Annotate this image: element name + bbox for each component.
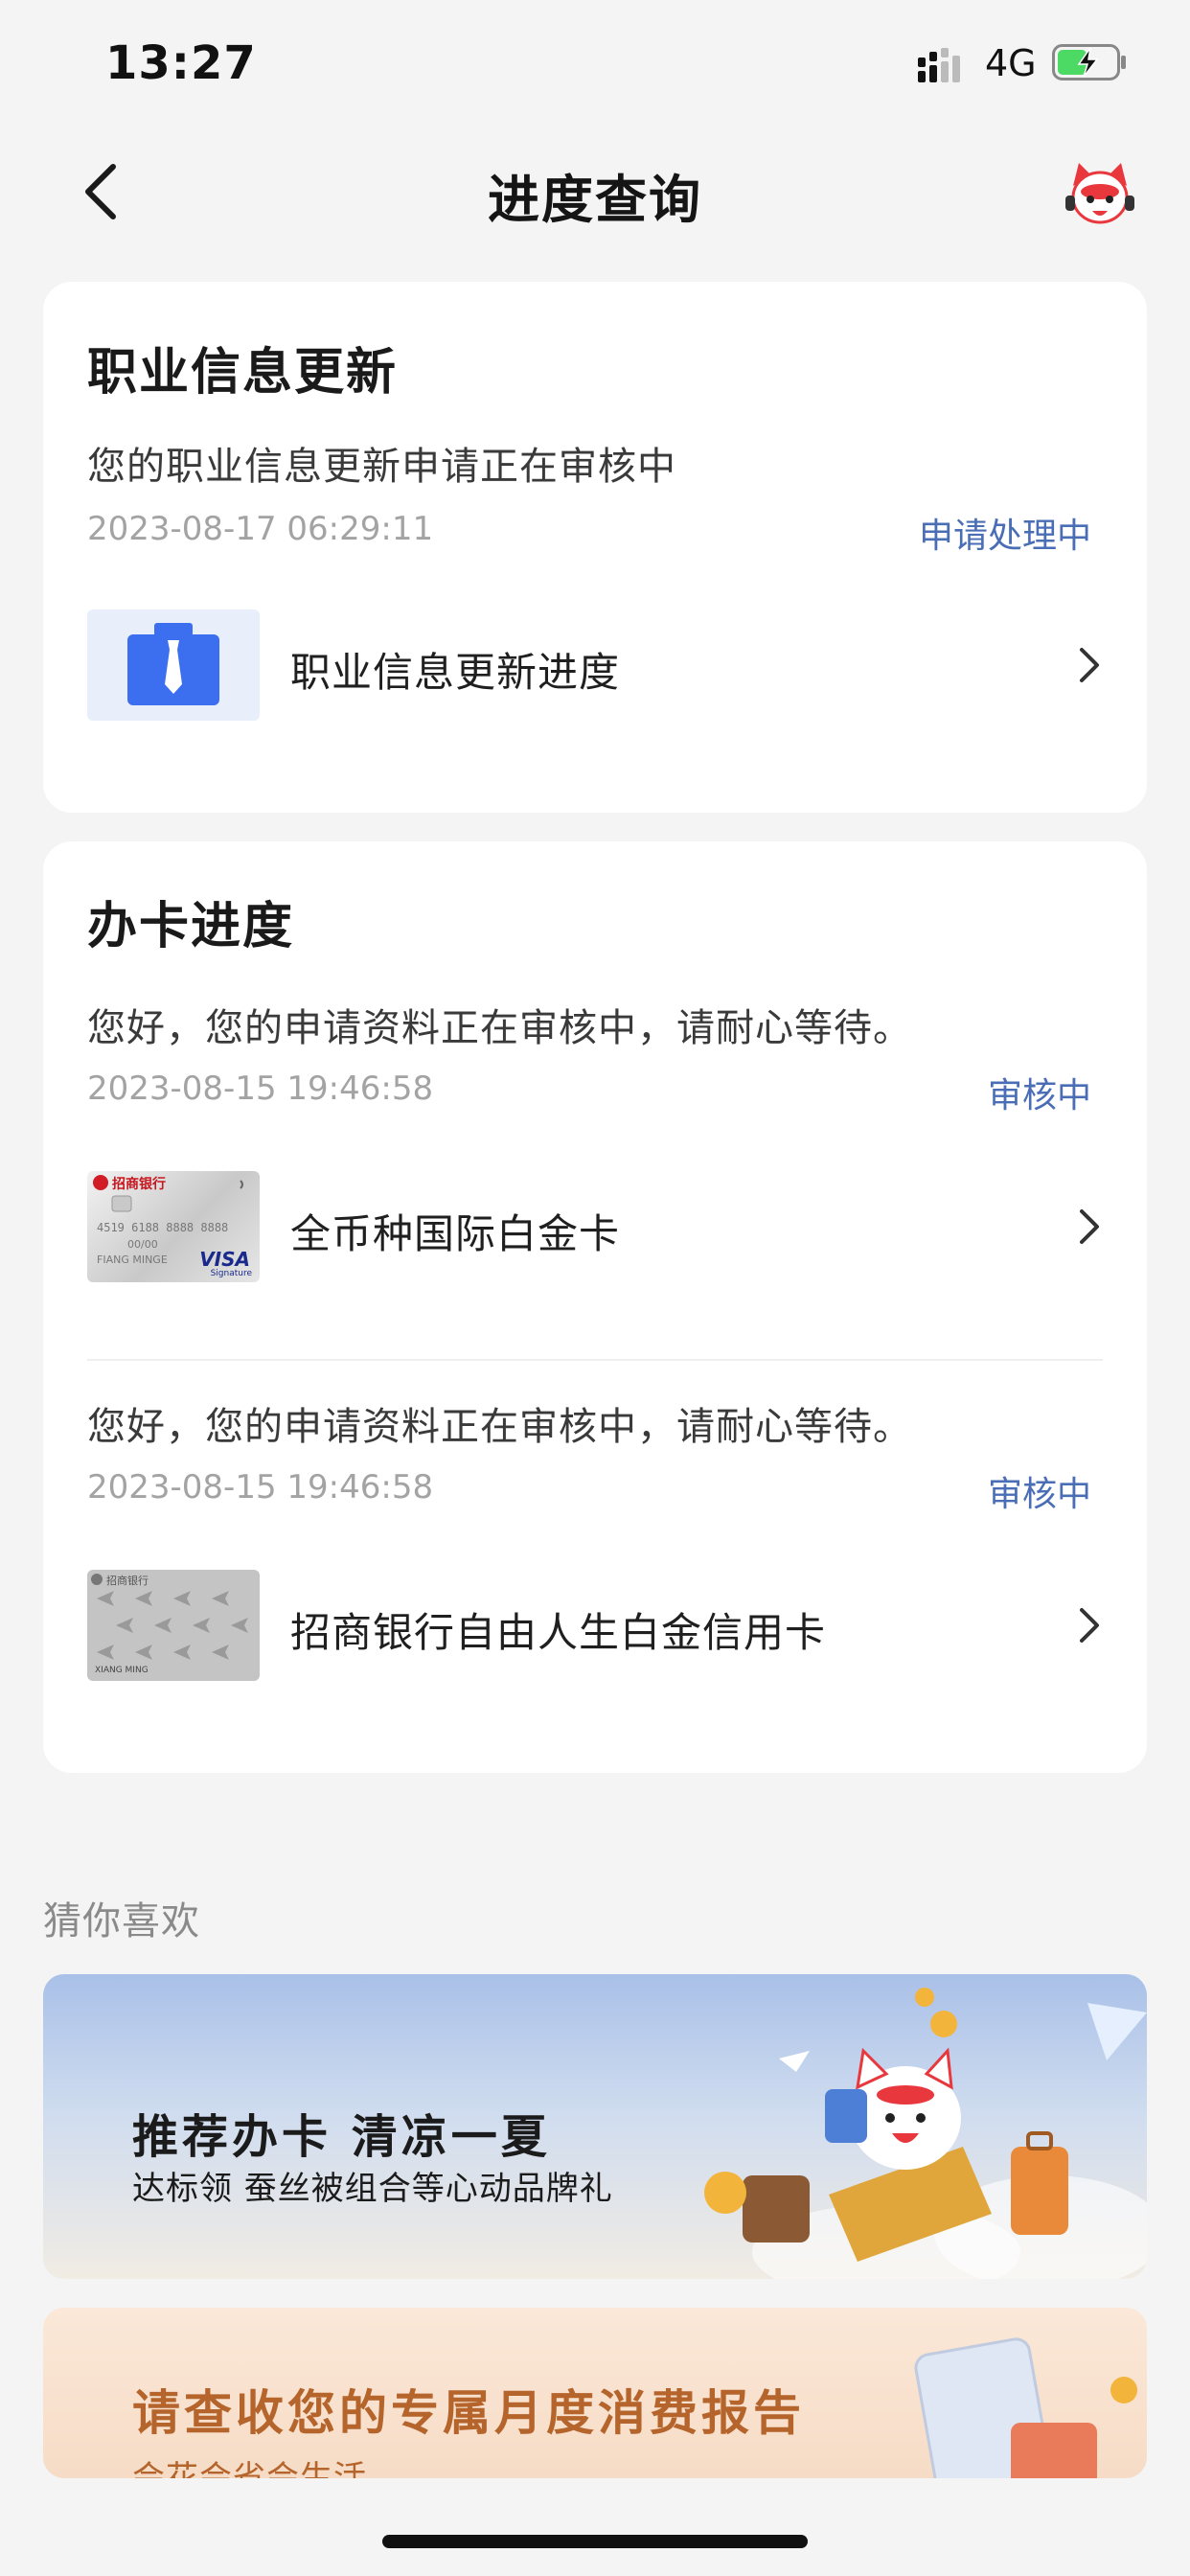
- navigation-bar: 进度查询: [0, 144, 1190, 240]
- promo-banner-consumption-report[interactable]: 请查收您的专属月度消费报告 会花会省会生活: [43, 2308, 1147, 2478]
- briefcase-icon: [87, 610, 260, 721]
- occupation-progress-item[interactable]: 职业信息更新进度: [87, 610, 1103, 723]
- visa-logo: VISA: [199, 1248, 250, 1271]
- mascot-credit-card-travel-illustration: [704, 1988, 1147, 2279]
- platinum-visa-card-image: 招商银行 4519 6188 8888 8888 00/00 FIANG MIN…: [87, 1171, 260, 1282]
- card-bank-name: 招商银行: [112, 1177, 166, 1192]
- card-holder: XIANG MING: [95, 1666, 149, 1675]
- occupation-update-card: 职业信息更新 您的职业信息更新申请正在审核中 2023-08-17 06:29:…: [43, 282, 1147, 813]
- item-label: 职业信息更新进度: [290, 649, 621, 696]
- banner-subtitle: 达标领 蚕丝被组合等心动品牌礼: [132, 2170, 613, 2208]
- chevron-right-icon: [1080, 1209, 1099, 1244]
- banner-subtitle: 会花会省会生活: [132, 2459, 367, 2478]
- phone-report-illustration: [914, 2337, 1137, 2478]
- card-name: 招商银行自由人生白金信用卡: [290, 1609, 827, 1656]
- status-badge: 审核中: [987, 1076, 1091, 1116]
- visa-signature: Signature: [210, 1269, 252, 1278]
- card-bank-name: 招商银行: [106, 1575, 149, 1587]
- status-message: 您好，您的申请资料正在审核中，请耐心等待。: [87, 1006, 912, 1050]
- card-valid-date: 00/00: [127, 1238, 158, 1251]
- application-item-free-life[interactable]: 招商银行 XIANG MING 招商银行自由人生白金信用卡: [87, 1570, 1103, 1683]
- free-life-platinum-card-image: 招商银行 XIANG MING: [87, 1570, 260, 1681]
- banner-title: 推荐办卡 清凉一夏: [132, 2110, 551, 2164]
- card-application-card: 办卡进度 您好，您的申请资料正在审核中，请耐心等待。 2023-08-15 19…: [43, 841, 1147, 1773]
- promo-banner-card-application[interactable]: 推荐办卡 清凉一夏 达标领 蚕丝被组合等心动品牌礼: [43, 1974, 1147, 2279]
- mascot-service-icon[interactable]: [1064, 157, 1136, 230]
- banner-title: 请查收您的专属月度消费报告: [132, 2384, 805, 2441]
- status-bar: 13:27 4G: [0, 0, 1190, 130]
- timestamp: 2023-08-15 19:46:58: [87, 1468, 434, 1506]
- bottom-safe-area: [0, 2478, 1190, 2576]
- card-title: 职业信息更新: [87, 344, 399, 402]
- card-holder: FIANG MINGE: [97, 1254, 168, 1266]
- card-title: 办卡进度: [87, 898, 295, 955]
- status-message: 您好，您的申请资料正在审核中，请耐心等待。: [87, 1405, 912, 1449]
- chevron-right-icon: [1080, 1608, 1099, 1643]
- status-message: 您的职业信息更新申请正在审核中: [87, 445, 676, 489]
- chevron-right-icon: [1080, 648, 1099, 682]
- home-indicator[interactable]: [382, 2535, 808, 2548]
- battery-charging-icon: [1052, 44, 1126, 80]
- status-badge: 申请处理中: [918, 517, 1091, 556]
- status-time: 13:27: [105, 36, 257, 90]
- timestamp: 2023-08-15 19:46:58: [87, 1070, 434, 1108]
- timestamp: 2023-08-17 06:29:11: [87, 510, 434, 548]
- network-type: 4G: [985, 42, 1037, 84]
- signal-icon: [918, 48, 960, 82]
- divider: [87, 1359, 1103, 1361]
- status-badge: 审核中: [987, 1475, 1091, 1514]
- section-title-recommend: 猜你喜欢: [43, 1899, 200, 1944]
- card-name: 全币种国际白金卡: [290, 1210, 621, 1257]
- page-title: 进度查询: [488, 170, 702, 230]
- application-item-platinum[interactable]: 招商银行 4519 6188 8888 8888 00/00 FIANG MIN…: [87, 1171, 1103, 1284]
- card-number: 4519 6188 8888 8888: [97, 1221, 229, 1234]
